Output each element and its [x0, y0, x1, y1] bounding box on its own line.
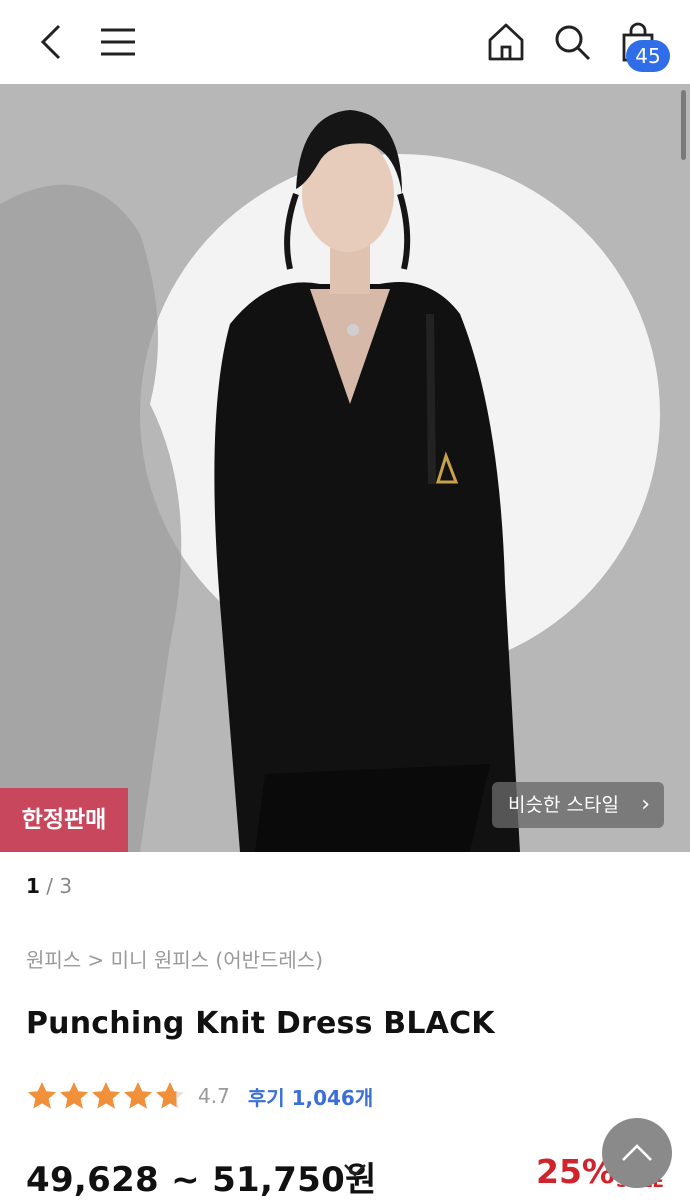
review-count-link[interactable]: 후기 1,046개: [248, 1082, 373, 1111]
star-rating: [26, 1080, 186, 1112]
product-photo: [0, 84, 690, 852]
similar-style-label: 비슷한 스타일: [508, 794, 619, 816]
limited-sale-badge: 한정판매: [0, 788, 128, 852]
similar-style-button[interactable]: 비슷한 스타일 ›: [492, 782, 664, 828]
star-icon: [156, 1082, 184, 1109]
price-options-toggle[interactable]: [342, 1160, 368, 1184]
top-navigation-bar: 45: [0, 0, 690, 84]
chevron-down-icon: [344, 1164, 366, 1177]
current-page: 1: [26, 874, 40, 898]
star-icon: [92, 1082, 120, 1109]
rating-value: 4.7: [198, 1084, 230, 1108]
star-icon: [60, 1082, 88, 1109]
hamburger-menu-icon: [101, 28, 135, 56]
chevron-right-icon: ›: [641, 792, 650, 817]
breadcrumb[interactable]: 원피스 > 미니 원피스 (어반드레스): [26, 944, 323, 973]
star-icon: [28, 1082, 56, 1109]
search-button[interactable]: [546, 16, 598, 68]
menu-button[interactable]: [92, 16, 144, 68]
price-range: 49,628 ~ 51,750원: [26, 1160, 377, 1200]
chevron-left-icon: [40, 24, 61, 60]
star-icon: [124, 1082, 152, 1109]
home-button[interactable]: [480, 16, 532, 68]
chevron-up-icon: [622, 1144, 652, 1161]
back-button[interactable]: [24, 16, 76, 68]
page-separator: /: [39, 874, 60, 898]
product-image-carousel[interactable]: 한정판매 비슷한 스타일 ›: [0, 84, 690, 852]
scroll-to-top-button[interactable]: [602, 1118, 672, 1188]
total-pages: 3: [59, 874, 73, 898]
cart-count-badge: 45: [626, 40, 670, 72]
image-page-indicator: 1 / 3: [26, 874, 72, 898]
home-icon: [488, 23, 524, 61]
search-icon: [555, 25, 591, 61]
product-title: Punching Knit Dress BLACK: [26, 1006, 495, 1041]
rating-row: 4.7 후기 1,046개: [26, 1078, 373, 1114]
scrollbar-thumb[interactable]: [681, 90, 686, 160]
